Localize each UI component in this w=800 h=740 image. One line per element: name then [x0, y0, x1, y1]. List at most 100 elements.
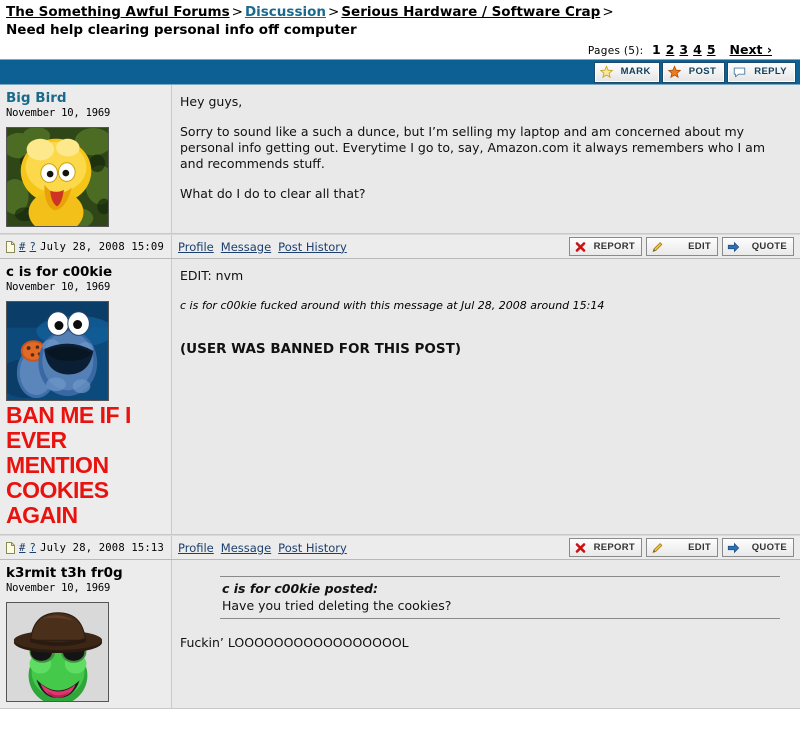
blue-arrow-icon: [726, 541, 741, 555]
post-footer-meta: # ? July 28, 2008 15:09: [0, 235, 172, 258]
edit-button[interactable]: EDIT: [646, 237, 718, 256]
banned-notice: (USER WAS BANNED FOR THIS POST): [180, 341, 462, 357]
post-author-links: Profile Message Post History: [172, 240, 569, 254]
quote-inner: c is for c00kie posted: Have you tried d…: [220, 577, 780, 618]
breadcrumb-separator: >: [231, 4, 243, 20]
cookie-monster-avatar: [6, 301, 109, 401]
quote-text: Have you tried deleting the cookies?: [222, 598, 452, 613]
post: c is for c00kie November 10, 1969 BAN ME…: [0, 259, 800, 535]
report-button[interactable]: REPORT: [568, 237, 642, 256]
post-content: c is for c00kie posted: Have you tried d…: [172, 560, 800, 708]
post-edit-note: c is for c00kie fucked around with this …: [180, 299, 605, 312]
post-timestamp: July 28, 2008 15:09: [40, 240, 164, 253]
edit-button-label: EDIT: [688, 542, 711, 553]
kermit-avatar: [6, 602, 109, 702]
message-link[interactable]: Message: [221, 240, 271, 254]
profile-link[interactable]: Profile: [178, 240, 214, 254]
post-paragraph: What do I do to clear all that?: [180, 186, 366, 201]
quote-divider-bottom: [220, 618, 780, 619]
post-author-links: Profile Message Post History: [172, 541, 569, 555]
pencil-icon: [650, 541, 665, 555]
speech-bubble-icon: [732, 65, 747, 79]
page-header: The Something Awful Forums > Discussion > Se…: [0, 0, 800, 59]
breadcrumb-separator: >: [328, 4, 340, 20]
post: Big Bird November 10, 1969 Hey guys, Sor…: [0, 85, 800, 234]
big-bird-avatar: [6, 127, 109, 227]
post-paragraph: Sorry to sound like a such a dunce, but …: [180, 124, 766, 171]
reply-button[interactable]: REPLY: [727, 61, 796, 83]
post-action-buttons: REPORT EDIT QUOTE: [568, 538, 800, 557]
quote-button[interactable]: QUOTE: [722, 237, 794, 256]
red-x-icon: [573, 240, 588, 254]
page-4[interactable]: 4: [693, 42, 702, 57]
post-author-name[interactable]: Big Bird: [6, 90, 165, 106]
post-author-regdate: November 10, 1969: [6, 582, 111, 594]
post-author-regdate: November 10, 1969: [6, 107, 111, 119]
report-button-label: REPORT: [593, 542, 635, 553]
page-1: 1: [652, 42, 661, 57]
pagination-label: Pages (5):: [587, 45, 644, 57]
blue-arrow-icon: [726, 240, 741, 254]
star-outline-icon: [599, 65, 614, 79]
avatar-wrap: [6, 127, 165, 227]
edit-button-label: EDIT: [688, 241, 711, 252]
thread-action-bar: MARK POST REPLY: [0, 59, 800, 85]
post-button-label: POST: [688, 66, 717, 78]
page-5[interactable]: 5: [707, 42, 716, 57]
quote-button-label: QUOTE: [751, 241, 787, 252]
red-x-icon: [573, 541, 588, 555]
post-author-panel: Big Bird November 10, 1969: [0, 85, 172, 233]
report-button-label: REPORT: [593, 241, 635, 252]
avatar-wrap: [6, 301, 165, 401]
quote-block: c is for c00kie posted: Have you tried d…: [220, 576, 780, 619]
edit-button[interactable]: EDIT: [646, 538, 718, 557]
star-filled-icon: [667, 65, 682, 79]
report-button[interactable]: REPORT: [568, 538, 642, 557]
message-link[interactable]: Message: [221, 541, 271, 555]
thread-title: Need help clearing personal info off com…: [6, 22, 357, 38]
post-help-link[interactable]: ?: [30, 542, 37, 554]
document-icon: [6, 240, 15, 253]
post-paragraph: EDIT: nvm: [180, 268, 244, 283]
post-author-regdate: November 10, 1969: [6, 281, 111, 293]
mark-button-label: MARK: [620, 66, 651, 78]
page-3[interactable]: 3: [679, 42, 688, 57]
breadcrumb-separator: >: [602, 4, 614, 20]
post-history-link[interactable]: Post History: [278, 240, 347, 254]
pagination: Pages (5): 1 2 3 4 5 Next ›: [6, 39, 794, 59]
post-author-name[interactable]: c is for c00kie: [6, 264, 165, 280]
breadcrumb-item-forums[interactable]: The Something Awful Forums: [6, 4, 230, 20]
quote-button-label: QUOTE: [751, 542, 787, 553]
breadcrumb: The Something Awful Forums > Discussion > Se…: [6, 4, 794, 21]
post-permalink[interactable]: #: [19, 241, 26, 253]
quote-attribution: c is for c00kie posted:: [222, 581, 378, 596]
mark-button[interactable]: MARK: [593, 61, 660, 83]
next-page-link[interactable]: Next ›: [730, 42, 772, 57]
post-paragraph: Hey guys,: [180, 94, 243, 109]
reply-button-label: REPLY: [754, 66, 787, 78]
post-action-buttons: REPORT EDIT QUOTE: [568, 237, 800, 256]
post-content: Hey guys, Sorry to sound like a such a d…: [172, 85, 800, 233]
post-author-panel: k3rmit t3h fr0g November 10, 1969: [0, 560, 172, 708]
post-footer: # ? July 28, 2008 15:13 Profile Message …: [0, 535, 800, 560]
post-permalink[interactable]: #: [19, 542, 26, 554]
pencil-icon: [650, 240, 665, 254]
breadcrumb-item-forum[interactable]: Serious Hardware / Software Crap: [341, 4, 600, 20]
post-content: EDIT: nvm c is for c00kie fucked around …: [172, 259, 800, 534]
post: k3rmit t3h fr0g November 10, 1969 c is f…: [0, 560, 800, 709]
post-author-name[interactable]: k3rmit t3h fr0g: [6, 565, 165, 581]
post-history-link[interactable]: Post History: [278, 541, 347, 555]
post-footer-meta: # ? July 28, 2008 15:13: [0, 536, 172, 559]
post-help-link[interactable]: ?: [30, 241, 37, 253]
post-button[interactable]: POST: [661, 61, 726, 83]
quote-button[interactable]: QUOTE: [722, 538, 794, 557]
avatar-wrap: [6, 602, 165, 702]
profile-link[interactable]: Profile: [178, 541, 214, 555]
post-footer: # ? July 28, 2008 15:09 Profile Message …: [0, 234, 800, 259]
post-timestamp: July 28, 2008 15:13: [40, 541, 164, 554]
post-paragraph: Fuckin’ LOOOOOOOOOOOOOOOOOL: [180, 635, 409, 650]
page-2[interactable]: 2: [666, 42, 675, 57]
breadcrumb-item-discussion[interactable]: Discussion: [245, 4, 326, 20]
document-icon: [6, 541, 15, 554]
post-author-panel: c is for c00kie November 10, 1969 BAN ME…: [0, 259, 172, 534]
